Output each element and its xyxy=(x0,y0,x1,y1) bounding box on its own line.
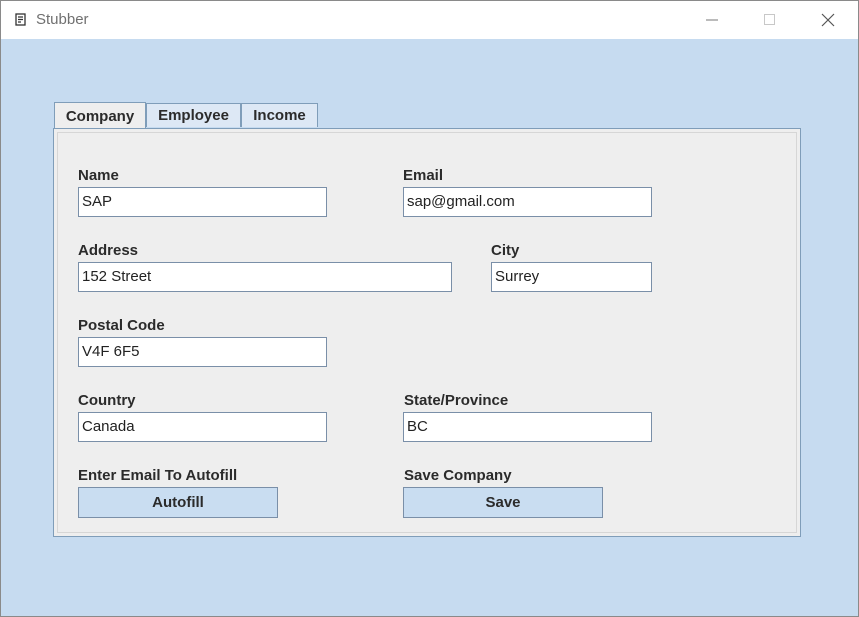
autofill-button[interactable]: Autofill xyxy=(78,487,278,518)
tab-income[interactable]: Income xyxy=(241,103,318,127)
country-label: Country xyxy=(78,392,136,409)
maximize-icon xyxy=(764,14,775,25)
maximize-button[interactable] xyxy=(741,1,799,39)
state-province-label: State/Province xyxy=(404,392,509,409)
country-field[interactable]: Canada xyxy=(78,412,327,442)
postal-code-label: Postal Code xyxy=(78,317,165,334)
tab-employee[interactable]: Employee xyxy=(146,103,241,127)
close-button[interactable] xyxy=(799,1,857,39)
name-label: Name xyxy=(78,167,119,184)
email-field[interactable]: sap@gmail.com xyxy=(403,187,652,217)
autofill-label: Enter Email To Autofill xyxy=(78,467,238,484)
minimize-icon xyxy=(706,19,718,21)
close-icon xyxy=(821,13,835,27)
window-title: Stubber xyxy=(36,11,89,28)
address-field[interactable]: 152 Street xyxy=(78,262,452,292)
address-label: Address xyxy=(78,242,139,259)
state-province-field[interactable]: BC xyxy=(403,412,652,442)
title-bar: Stubber xyxy=(1,1,858,39)
name-field[interactable]: SAP xyxy=(78,187,327,217)
minimize-button[interactable] xyxy=(683,1,741,39)
city-label: City xyxy=(491,242,520,259)
tab-company[interactable]: Company xyxy=(54,102,146,129)
save-button[interactable]: Save xyxy=(403,487,603,518)
app-icon xyxy=(15,13,26,26)
email-label: Email xyxy=(403,167,444,184)
postal-code-field[interactable]: V4F 6F5 xyxy=(78,337,327,367)
save-company-label: Save Company xyxy=(404,467,512,484)
city-field[interactable]: Surrey xyxy=(491,262,652,292)
app-window: Stubber Company Employee Income Name SAP… xyxy=(0,0,859,617)
